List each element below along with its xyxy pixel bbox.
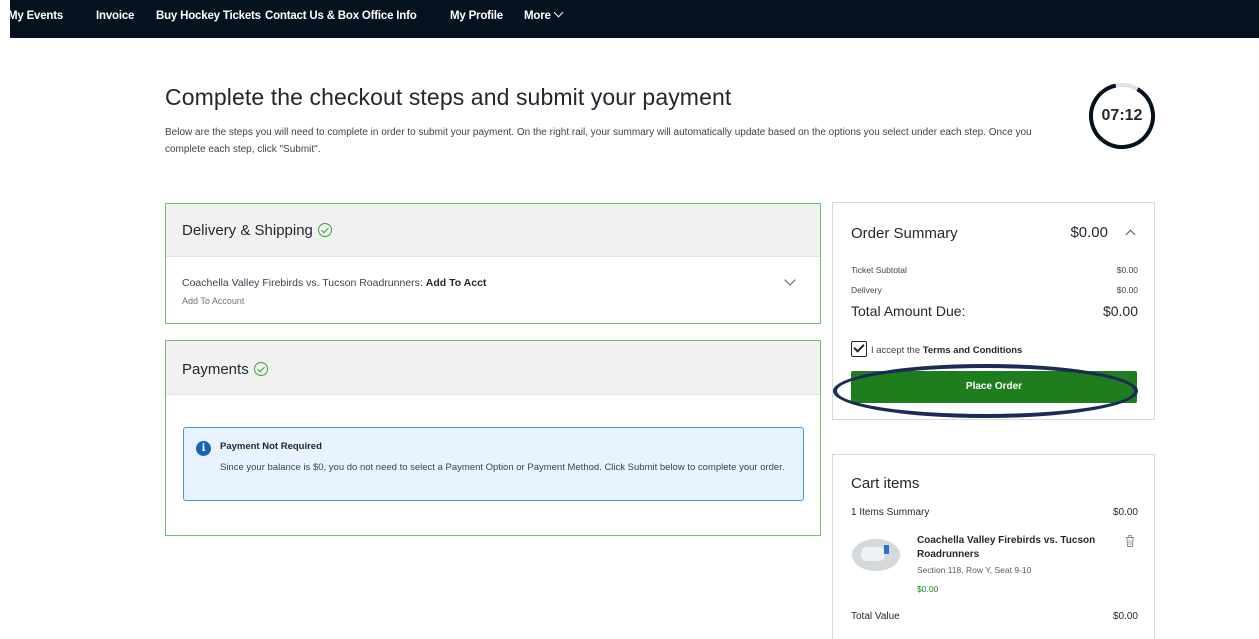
info-icon: i — [196, 441, 211, 456]
check-circle-icon — [317, 223, 332, 237]
delivery-value: $0.00 — [1116, 285, 1138, 295]
terms-link[interactable]: Terms and Conditions — [923, 345, 1023, 356]
order-summary-total: $0.00 — [1070, 224, 1108, 241]
delivery-method: Add To Acct — [425, 277, 487, 289]
cart-item-price: $0.00 — [917, 584, 939, 594]
notice-title: Payment Not Required — [220, 441, 322, 452]
items-summary-value: $0.00 — [1112, 507, 1138, 518]
delivery-label: Delivery — [851, 285, 882, 295]
delivery-title-text: Delivery & Shipping — [182, 222, 313, 239]
place-order-button[interactable]: Place Order — [851, 371, 1137, 403]
total-due-label: Total Amount Due: — [851, 303, 966, 319]
ticket-subtotal-row: Ticket Subtotal $0.00 — [851, 265, 1138, 275]
payments-panel: Payments i Payment Not Required Since yo… — [165, 340, 821, 536]
page-description: Below are the steps you will need to com… — [165, 127, 1032, 155]
items-summary-label: 1 Items Summary — [851, 507, 930, 518]
nav-my-events[interactable]: My Events — [8, 10, 63, 22]
delivery-event-name: Coachella Valley Firebirds vs. Tucson Ro… — [182, 277, 423, 289]
delivery-shipping-panel: Delivery & Shipping Coachella Valley Fir… — [165, 203, 821, 324]
items-summary-row: 1 Items Summary $0.00 — [851, 507, 1138, 518]
page-title: Complete the checkout steps and submit y… — [165, 84, 732, 110]
delivery-shipping-header[interactable]: Delivery & Shipping — [166, 204, 820, 257]
cart-event-name: Coachella Valley Firebirds vs. Tucson Ro… — [917, 535, 1096, 560]
nav-more[interactable]: More — [524, 7, 564, 22]
cart-seat-info: Section 118, Row Y, Seat 9-10 — [917, 565, 1032, 575]
nav-invoice[interactable]: Invoice — [96, 10, 134, 22]
delivery-shipping-title: Delivery & Shipping — [182, 221, 332, 239]
chevron-down-icon — [553, 7, 564, 18]
total-due-value: $0.00 — [1102, 303, 1138, 319]
delivery-row: Delivery $0.00 — [851, 285, 1138, 295]
trash-icon[interactable] — [1125, 535, 1135, 547]
top-nav: My Events Invoice Buy Hockey Tickets Con… — [8, 0, 1259, 38]
nav-contact-us[interactable]: Contact Us & Box Office Info — [265, 10, 417, 22]
ticket-subtotal-label: Ticket Subtotal — [851, 265, 907, 275]
terms-prefix: I accept the — [871, 345, 921, 356]
total-value-row: Total Value $0.00 — [851, 611, 1138, 622]
total-value-value: $0.00 — [1112, 611, 1138, 622]
timer-value: 07:12 — [1101, 107, 1143, 124]
notice-text: Since your balance is $0, you do not nee… — [220, 462, 785, 473]
chevron-up-icon[interactable] — [1125, 229, 1136, 240]
countdown-timer: 07:12 — [1088, 82, 1156, 150]
payment-not-required-notice: i Payment Not Required Since your balanc… — [183, 427, 804, 501]
nav-buy-hockey-tickets[interactable]: Buy Hockey Tickets — [156, 10, 261, 22]
arena-thumbnail-icon — [852, 539, 900, 571]
nav-my-profile[interactable]: My Profile — [450, 10, 503, 22]
order-summary: Order Summary $0.00 Ticket Subtotal $0.0… — [832, 202, 1155, 420]
terms-checkbox[interactable] — [851, 341, 867, 357]
payments-title-text: Payments — [182, 361, 249, 378]
ticket-subtotal-value: $0.00 — [1116, 265, 1138, 275]
delivery-event-line: Coachella Valley Firebirds vs. Tucson Ro… — [182, 277, 486, 289]
total-value-label: Total Value — [851, 611, 900, 622]
payments-header[interactable]: Payments — [166, 341, 820, 395]
order-summary-title: Order Summary — [851, 225, 958, 242]
delivery-method-sub: Add To Account — [182, 296, 245, 306]
total-due-row: Total Amount Due: $0.00 — [851, 303, 1138, 319]
payments-title: Payments — [182, 360, 268, 378]
chevron-down-icon[interactable] — [784, 274, 796, 286]
terms-acceptance: I accept the Terms and Conditions — [851, 337, 1023, 357]
check-circle-icon — [253, 362, 268, 376]
cart-items: Cart items 1 Items Summary $0.00 Coachel… — [832, 454, 1155, 639]
nav-more-label: More — [524, 10, 551, 22]
cart-title: Cart items — [851, 475, 920, 492]
